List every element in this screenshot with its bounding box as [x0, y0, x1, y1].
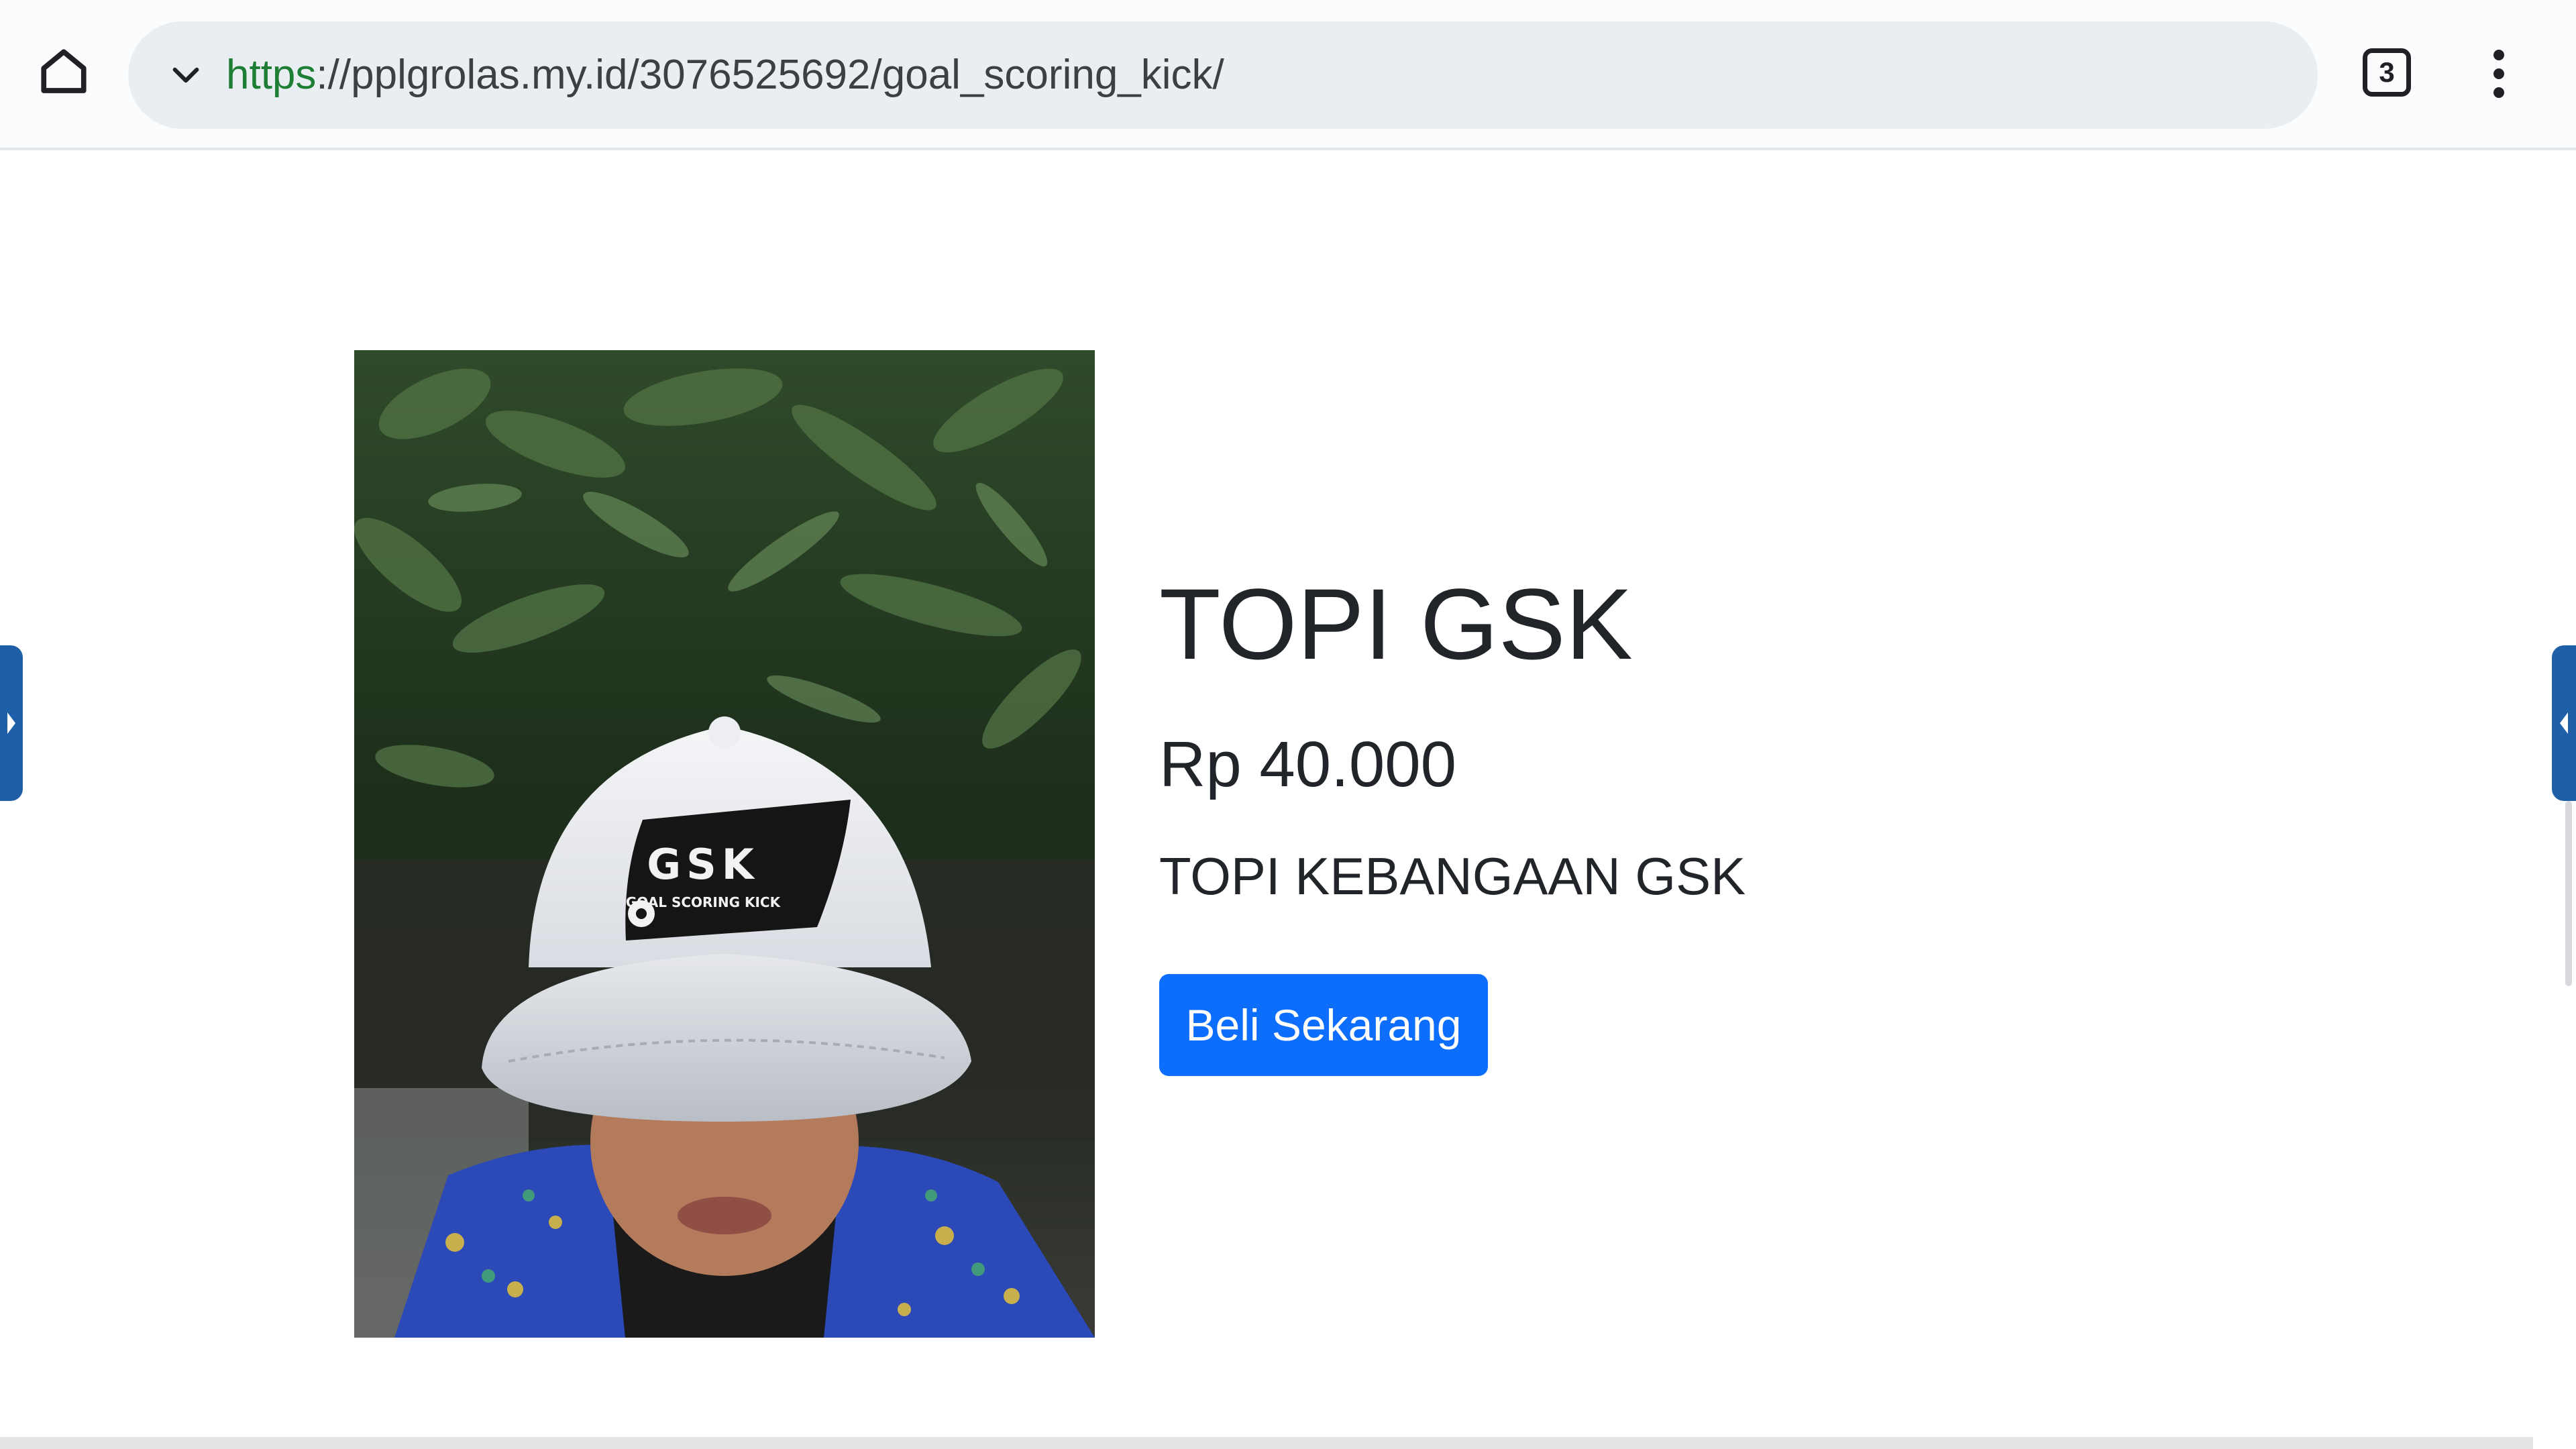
url-text[interactable]: https://pplgrolas.my.id/3076525692/goal_…	[226, 47, 1224, 103]
url-separator: ://	[316, 52, 352, 98]
address-bar[interactable]: https://pplgrolas.my.id/3076525692/goal_…	[128, 21, 2318, 129]
chevron-left-icon	[2560, 712, 2568, 734]
tab-count: 3	[2379, 56, 2395, 88]
url-path: /3076525692/goal_scoring_kick/	[627, 52, 1224, 98]
buy-now-button[interactable]: Beli Sekarang	[1159, 974, 1488, 1076]
chevron-down-icon	[172, 67, 199, 83]
right-edge-panel-handle[interactable]	[2552, 645, 2576, 801]
product-photo: GSK GOAL SCORING KICK	[354, 350, 1095, 1338]
omnibox-chevron-button[interactable]	[162, 51, 210, 99]
cap-logo-text: GSK	[647, 840, 759, 889]
menu-dot	[2493, 87, 2504, 98]
url-host: pplgrolas.my.id	[351, 52, 628, 98]
browser-page: https://pplgrolas.my.id/3076525692/goal_…	[0, 0, 2576, 1449]
home-icon	[41, 49, 87, 93]
product-image: GSK GOAL SCORING KICK	[354, 350, 1095, 1338]
left-edge-panel-handle[interactable]	[0, 645, 23, 801]
url-scheme: https	[226, 52, 317, 98]
chevron-right-icon	[7, 712, 15, 734]
bottom-divider	[0, 1437, 2533, 1449]
scrollbar-thumb[interactable]	[2565, 801, 2572, 986]
product-price: Rp 40.000	[1159, 729, 1457, 800]
more-vertical-icon	[2493, 50, 2504, 60]
more-options-button[interactable]	[2475, 40, 2522, 107]
product-title: TOPI GSK	[1159, 568, 1633, 680]
browser-toolbar: https://pplgrolas.my.id/3076525692/goal_…	[0, 0, 2576, 150]
tab-switcher-button[interactable]: 3	[2363, 48, 2411, 97]
product-description: TOPI KEBANGAAN GSK	[1159, 847, 1746, 906]
menu-dot	[2493, 68, 2504, 79]
home-button[interactable]	[27, 35, 101, 109]
